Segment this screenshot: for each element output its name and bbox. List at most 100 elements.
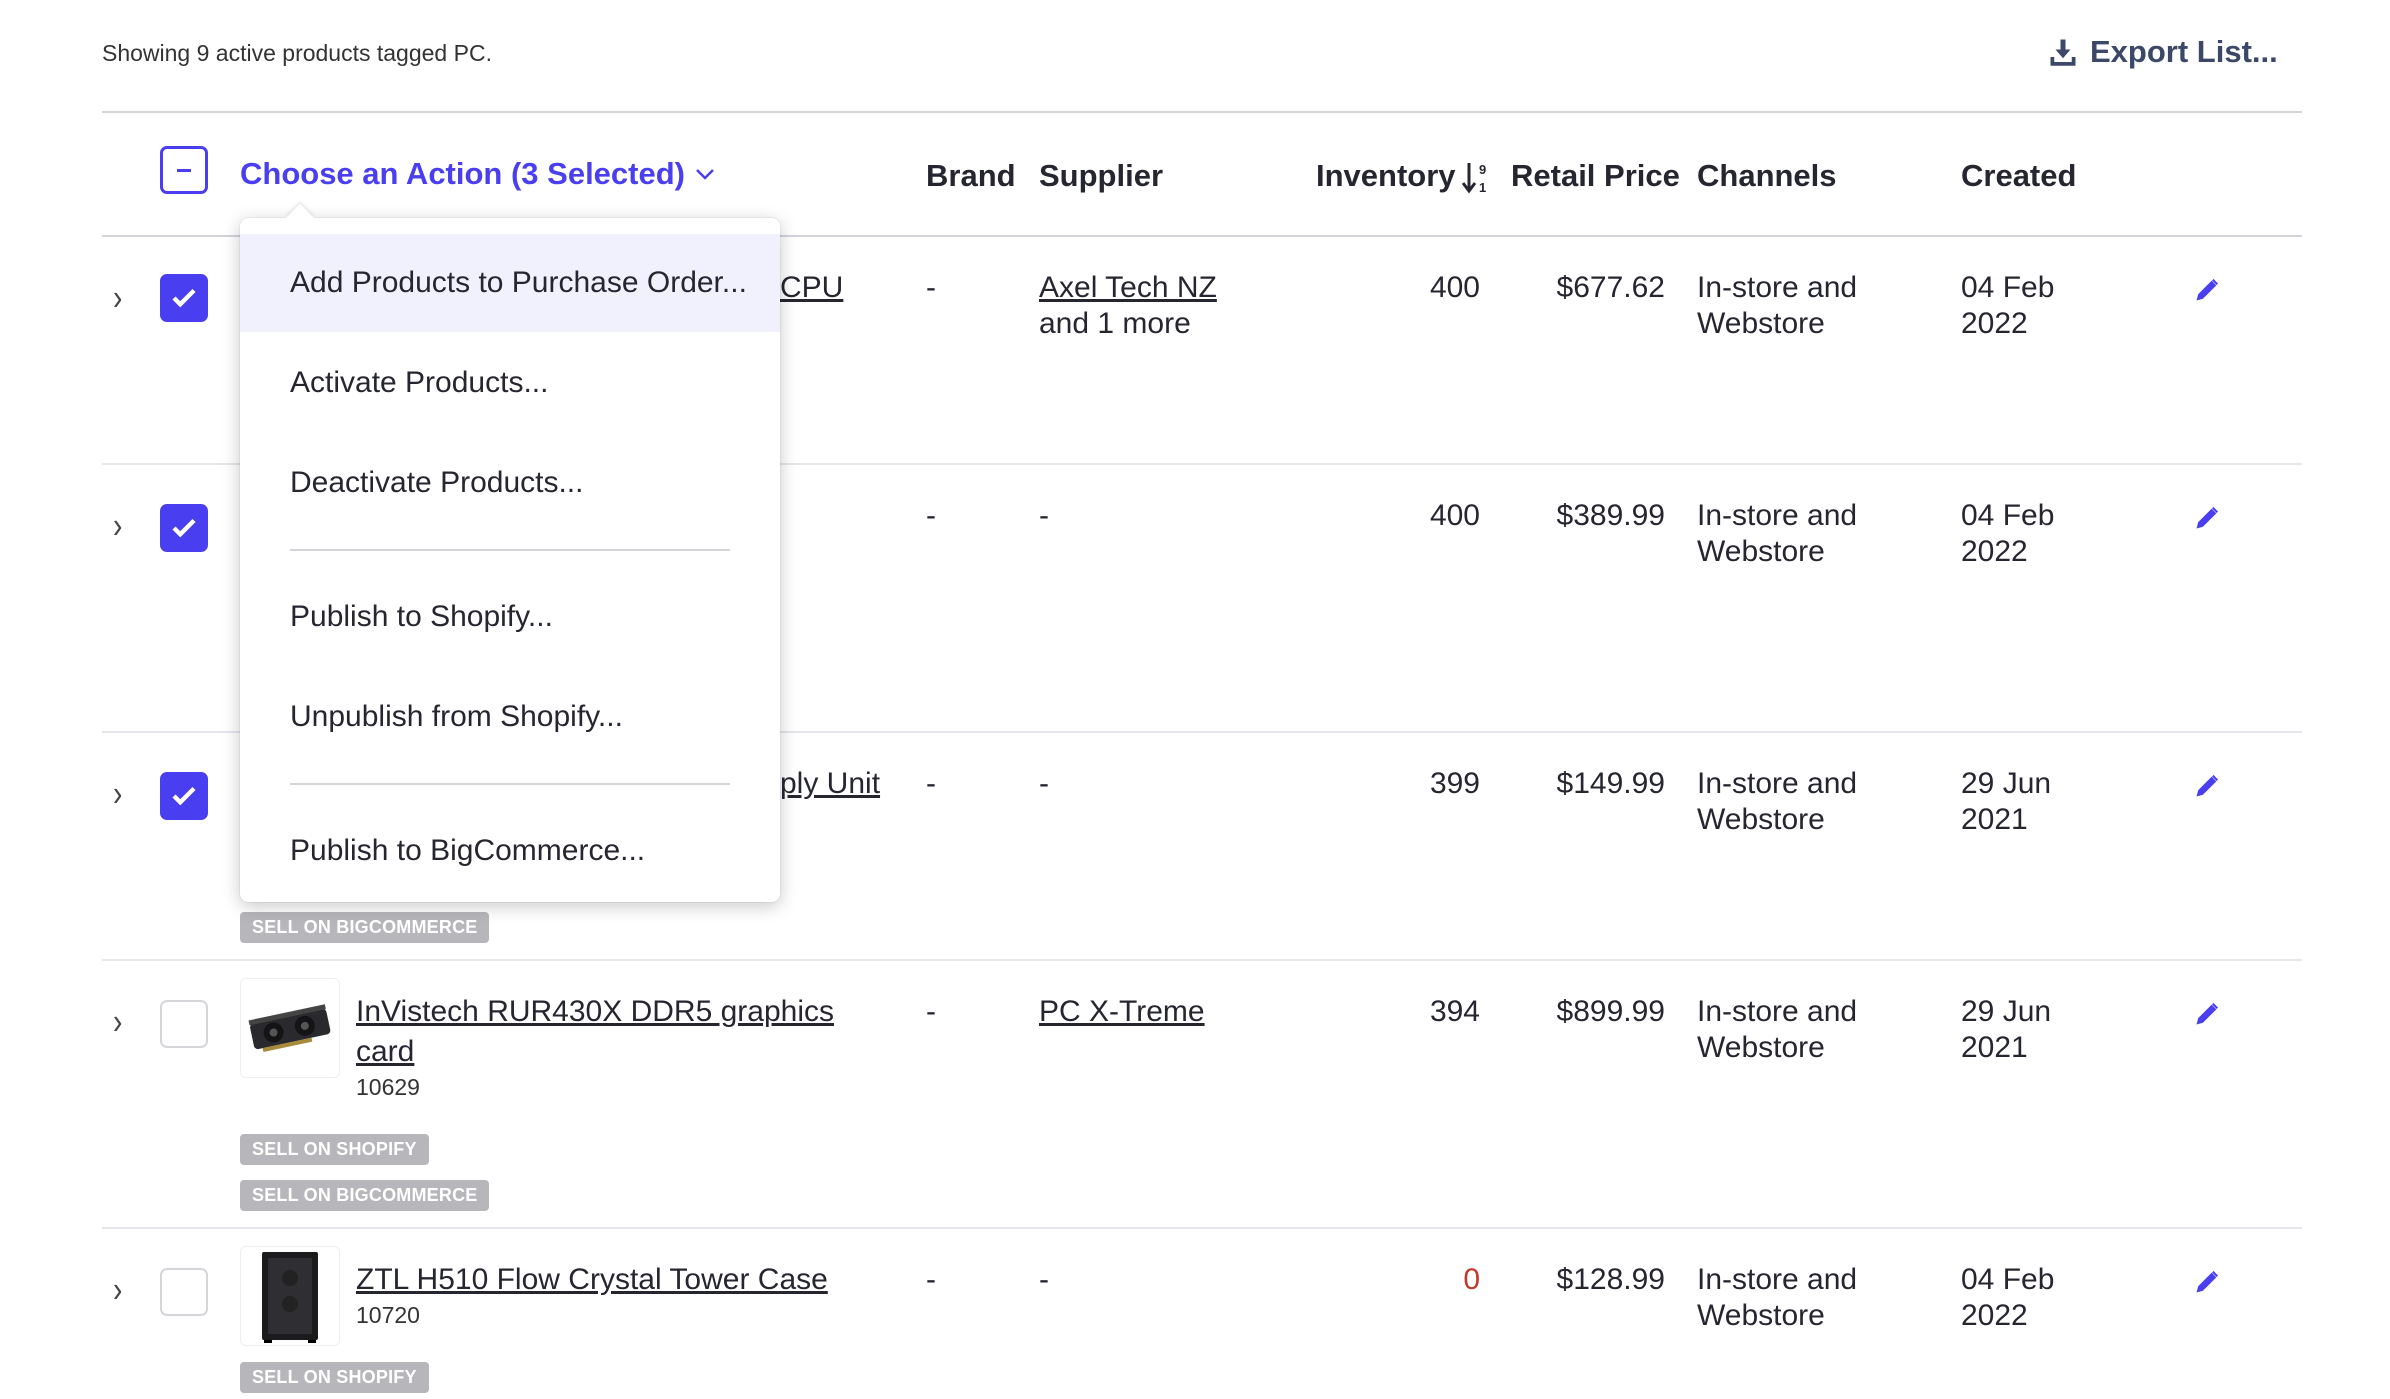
supplier-link[interactable]: Axel Tech NZ (1039, 271, 1217, 304)
product-sku: 10720 (356, 1302, 420, 1328)
product-name-link[interactable]: ply Unit (780, 766, 880, 802)
product-thumbnail[interactable] (240, 978, 340, 1078)
check-icon (172, 288, 196, 308)
row-checkbox[interactable] (160, 274, 208, 322)
download-icon (2050, 39, 2076, 66)
channels-line: Webstore (1697, 803, 1825, 836)
retail-price-value: $899.99 (1556, 995, 1665, 1028)
expand-chevron-icon[interactable]: › (113, 1269, 122, 1311)
column-header-created[interactable]: Created (1961, 158, 2076, 194)
check-icon (172, 518, 196, 538)
divider (102, 959, 2302, 961)
created-value: 29 Jun 2021 (1961, 766, 2051, 838)
select-all-checkbox[interactable] (160, 146, 208, 194)
menu-item-publish-to-shopify[interactable]: Publish to Shopify... (240, 568, 780, 666)
created-line: 04 Feb (1961, 499, 2055, 532)
inventory-value: 399 (1429, 767, 1480, 800)
export-list-label: Export List... (2090, 34, 2278, 69)
supplier-value: - (1039, 767, 1049, 800)
sell-on-bigcommerce-badge: SELL ON BIGCOMMERCE (240, 912, 490, 943)
column-header-inventory-label: Inventory (1316, 158, 1456, 193)
column-header-channels[interactable]: Channels (1697, 158, 1837, 194)
menu-item-publish-to-bigcommerce[interactable]: Publish to BigCommerce... (240, 802, 780, 900)
supplier-cell: Axel Tech NZ and 1 more (1039, 270, 1217, 342)
svg-text:1: 1 (1479, 180, 1486, 195)
menu-item-activate-products[interactable]: Activate Products... (240, 334, 780, 432)
row-checkbox[interactable] (160, 772, 208, 820)
supplier-cell: PC X-Treme (1039, 994, 1205, 1030)
edit-pencil-icon[interactable] (2193, 504, 2221, 532)
export-list-button[interactable]: Export List... (2048, 34, 2278, 70)
channels-line: In-store and (1697, 995, 1858, 1028)
tower-case-image (262, 1252, 318, 1343)
channels-value: In-store and Webstore (1697, 994, 1857, 1066)
edit-pencil-icon[interactable] (2193, 1268, 2221, 1296)
product-sku: 10629 (356, 1074, 420, 1100)
created-line: 2022 (1961, 535, 2028, 568)
svg-text:9: 9 (1479, 162, 1486, 177)
supplier-extra: and 1 more (1039, 307, 1191, 340)
column-header-retail-price[interactable]: Retail Price (1511, 158, 1680, 194)
product-name-fragment: ply Unit (780, 767, 881, 800)
product-name-link[interactable]: ZTL H510 Flow Crystal Tower Case (356, 1260, 876, 1300)
brand-value: - (926, 767, 936, 800)
row-checkbox[interactable] (160, 1268, 208, 1316)
created-value: 29 Jun 2021 (1961, 994, 2051, 1066)
brand-value: - (926, 499, 936, 532)
sort-descending-icon: 9 1 (1461, 162, 1486, 195)
brand-value: - (926, 1263, 936, 1296)
row-checkbox[interactable] (160, 504, 208, 552)
channels-line: Webstore (1697, 535, 1825, 568)
created-line: 2021 (1961, 803, 2028, 836)
supplier-value: - (1039, 499, 1049, 532)
sell-on-bigcommerce-badge: SELL ON BIGCOMMERCE (240, 1180, 490, 1211)
menu-item-unpublish-from-shopify[interactable]: Unpublish from Shopify... (240, 668, 780, 766)
column-header-supplier[interactable]: Supplier (1039, 158, 1163, 194)
menu-divider (290, 783, 730, 785)
check-icon (172, 786, 196, 806)
expand-chevron-icon[interactable]: › (113, 505, 122, 547)
edit-pencil-icon[interactable] (2193, 772, 2221, 800)
channels-value: In-store and Webstore (1697, 766, 1857, 838)
channels-line: In-store and (1697, 1263, 1858, 1296)
menu-item-add-to-purchase-order[interactable]: Add Products to Purchase Order... (240, 234, 780, 332)
product-thumbnail[interactable] (240, 1246, 340, 1346)
edit-pencil-icon[interactable] (2193, 1000, 2221, 1028)
created-line: 29 Jun (1961, 995, 2052, 1028)
created-value: 04 Feb 2022 (1961, 1262, 2054, 1334)
column-header-inventory[interactable]: Inventory 9 1 (1316, 158, 1492, 195)
channels-value: In-store and Webstore (1697, 498, 1857, 570)
product-name-fragment: CPU (780, 271, 844, 304)
created-line: 04 Feb (1961, 271, 2055, 304)
product-name-line: card (356, 1035, 415, 1068)
divider (102, 1227, 2302, 1229)
chevron-down-icon (696, 169, 714, 180)
sell-on-shopify-badge: SELL ON SHOPIFY (240, 1362, 429, 1393)
expand-chevron-icon[interactable]: › (113, 277, 122, 319)
row-checkbox[interactable] (160, 1000, 208, 1048)
channels-value: In-store and Webstore (1697, 1262, 1857, 1334)
brand-value: - (926, 995, 936, 1028)
created-line: 2021 (1961, 1031, 2028, 1064)
created-line: 2022 (1961, 1299, 2028, 1332)
created-value: 04 Feb 2022 (1961, 498, 2054, 570)
product-list-page: Showing 9 active products tagged PC. Exp… (0, 0, 2390, 1399)
channels-line: In-store and (1697, 499, 1858, 532)
supplier-link[interactable]: PC X-Treme (1039, 995, 1205, 1028)
product-name-link[interactable]: CPU (780, 270, 843, 306)
menu-item-deactivate-products[interactable]: Deactivate Products... (240, 434, 780, 532)
action-menu: Add Products to Purchase Order... Activa… (240, 218, 780, 902)
column-header-brand[interactable]: Brand (926, 158, 1016, 194)
retail-price-value: $677.62 (1556, 271, 1665, 304)
choose-action-label: Choose an Action (3 Selected) (240, 156, 685, 191)
channels-value: In-store and Webstore (1697, 270, 1857, 342)
choose-action-dropdown[interactable]: Choose an Action (3 Selected) (240, 156, 715, 192)
product-name-link[interactable]: InVistech RUR430X DDR5 graphics card (356, 992, 876, 1072)
expand-chevron-icon[interactable]: › (113, 773, 122, 815)
inventory-value: 400 (1429, 271, 1480, 304)
inventory-value: 394 (1429, 995, 1480, 1028)
created-line: 2022 (1961, 307, 2028, 340)
sell-on-shopify-badge: SELL ON SHOPIFY (240, 1134, 429, 1165)
expand-chevron-icon[interactable]: › (113, 1001, 122, 1043)
edit-pencil-icon[interactable] (2193, 276, 2221, 304)
